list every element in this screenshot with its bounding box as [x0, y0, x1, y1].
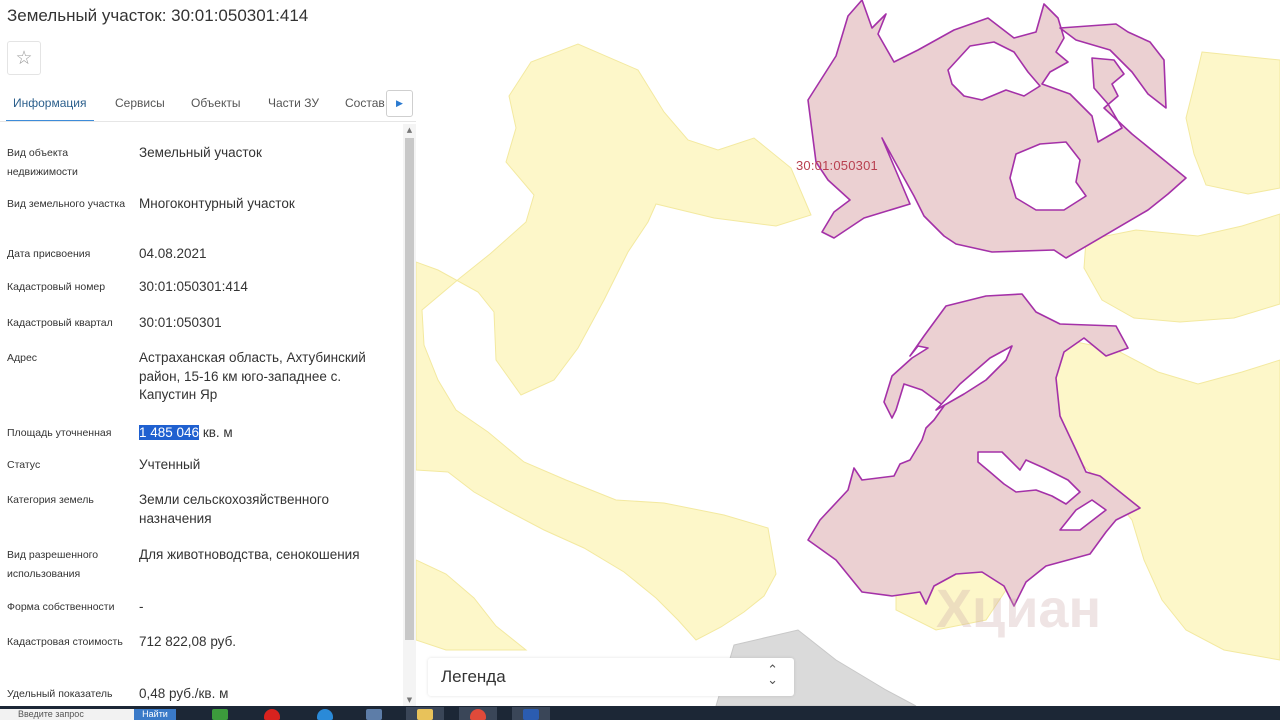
ownership-value: -: [139, 599, 144, 614]
attribute-value: 04.08.2021: [139, 246, 207, 261]
land-category-value: Земли сельскохозяйственного назначения: [139, 492, 330, 526]
tab-parts[interactable]: Части ЗУ: [268, 86, 319, 121]
map-canvas: [416, 0, 1280, 706]
tab-bar: Информация Сервисы Объекты Части ЗУ Сост…: [0, 86, 416, 122]
network-app-icon: [212, 709, 228, 720]
cadastral-number-value: 30:01:050301:414: [139, 279, 248, 294]
specific-index-value: 0,48 руб./кв. м: [139, 686, 229, 701]
tab-services[interactable]: Сервисы: [115, 86, 165, 121]
attribute-label: Вид земельного участка: [7, 198, 126, 210]
map-view[interactable]: 30:01:050301 Хциан Легенда ⌃ ⌄: [416, 0, 1280, 706]
legend-dropdown[interactable]: Легенда ⌃ ⌄: [428, 658, 794, 696]
taskbar-app-close[interactable]: [459, 707, 497, 720]
info-panel: Земельный участок: 30:01:050301:414 ☆ Ин…: [0, 0, 416, 706]
close-app-icon: [470, 709, 486, 720]
land-zone: [1185, 51, 1280, 195]
area-value: 1 485 046 кв. м: [139, 424, 397, 443]
os-taskbar: Введите запрос Найти: [0, 706, 1280, 720]
word-icon: [523, 709, 539, 720]
address-value: Астраханская область, Ахтубинский район,…: [139, 350, 366, 402]
window-app-icon: [366, 709, 382, 720]
taskbar-app-explorer[interactable]: [406, 707, 444, 720]
star-outline-icon: ☆: [15, 47, 33, 69]
taskbar-search-input[interactable]: Введите запрос: [0, 709, 134, 720]
attribute-value: Земельный участок: [139, 145, 262, 160]
land-zone: [416, 43, 812, 641]
opera-icon: [264, 709, 280, 720]
status-value: Учтенный: [139, 457, 201, 472]
attribute-label: Кадастровая стоимость: [7, 636, 123, 648]
taskbar-app-word[interactable]: [512, 707, 550, 720]
attribute-label: Дата присвоения: [7, 248, 91, 260]
attribute-label: Вид объекта недвижимости: [7, 147, 78, 178]
attribute-label: Кадастровый квартал: [7, 317, 113, 329]
internet-explorer-icon: [317, 709, 333, 720]
arrow-right-icon: ▶: [396, 98, 403, 109]
cadastral-value: 712 822,08 руб.: [139, 634, 237, 649]
cadastral-quarter-label: 30:01:050301: [796, 158, 878, 173]
parcel-hole: [1009, 141, 1087, 211]
attribute-value: Многоконтурный участок: [139, 196, 295, 211]
taskbar-app-opera[interactable]: [253, 707, 291, 720]
tab-objects[interactable]: Объекты: [191, 86, 241, 121]
file-explorer-icon: [417, 709, 433, 720]
up-down-chevron-icon[interactable]: ⌃ ⌄: [767, 664, 778, 687]
attributes-list: Вид объекта недвижимости Земельный участ…: [0, 124, 403, 706]
watermark-text: Хциан: [936, 579, 1102, 639]
attribute-label: Статус: [7, 459, 41, 471]
permitted-use-value: Для животноводства, сенокошения: [139, 547, 360, 562]
taskbar-app-network[interactable]: [201, 707, 239, 720]
area-selected-text[interactable]: 1 485 046: [139, 425, 200, 440]
taskbar-app-ie[interactable]: [306, 707, 344, 720]
scrollbar-thumb[interactable]: [405, 138, 414, 640]
scroll-up-icon[interactable]: ▲: [403, 124, 416, 136]
legend-label: Легенда: [441, 667, 506, 686]
favorite-button[interactable]: ☆: [7, 41, 41, 75]
taskbar-search-button[interactable]: Найти: [134, 709, 176, 720]
page-title: Земельный участок: 30:01:050301:414: [7, 6, 309, 25]
scroll-down-icon[interactable]: ▼: [403, 694, 416, 706]
tab-information[interactable]: Информация: [5, 86, 96, 121]
attribute-label: Площадь уточненная: [7, 427, 112, 439]
area-unit: кв. м: [199, 425, 233, 440]
cadastral-quarter-value: 30:01:050301: [139, 315, 222, 330]
attribute-label: Категория земель: [7, 494, 94, 506]
attribute-label: Адрес: [7, 352, 38, 364]
attribute-label: Кадастровый номер: [7, 281, 106, 293]
attribute-label: Форма собственности: [7, 601, 115, 613]
taskbar-app-window[interactable]: [355, 707, 393, 720]
panel-scrollbar[interactable]: ▲ ▼: [403, 124, 416, 706]
tabs-scroll-right-button[interactable]: ▶: [386, 90, 413, 117]
attribute-label: Удельный показатель: [7, 688, 113, 700]
land-zone: [416, 559, 528, 651]
tab-composition[interactable]: Состав: [345, 86, 385, 121]
attribute-label: Вид разрешенного использования: [7, 549, 99, 580]
